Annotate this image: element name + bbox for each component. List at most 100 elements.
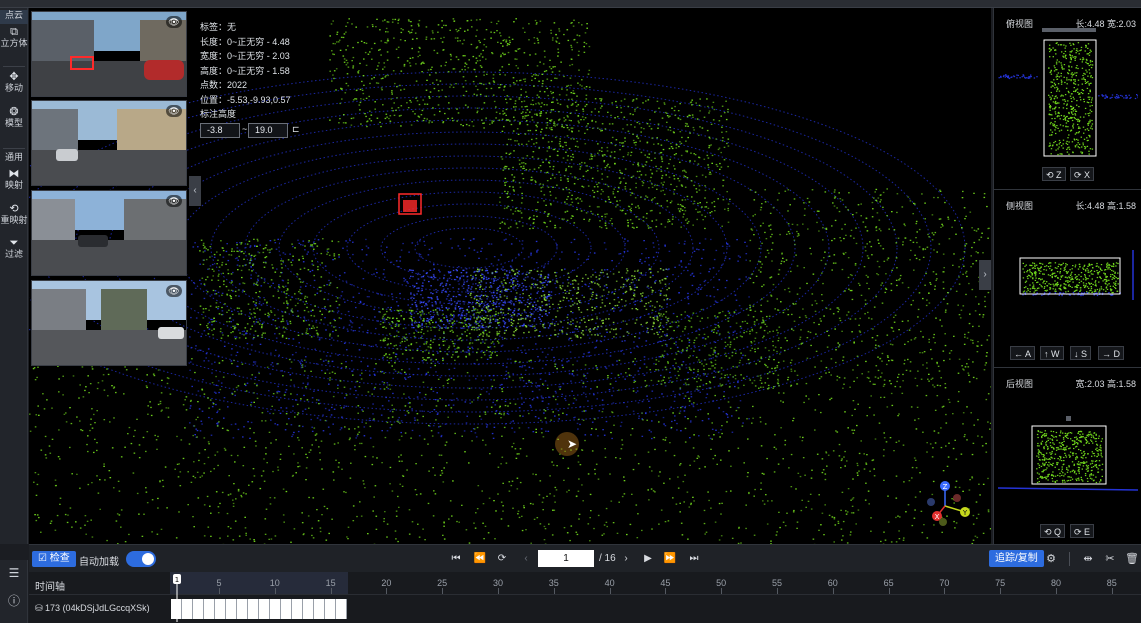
- tool-model-label: 模型: [4, 118, 23, 128]
- divider: [1069, 552, 1070, 566]
- frame-segment[interactable]: [292, 599, 303, 619]
- tool-pointcloud[interactable]: 点云: [0, 10, 28, 24]
- camera-view-1[interactable]: 👁: [31, 11, 187, 97]
- rotate-x-button[interactable]: ⟳ X: [1070, 167, 1095, 181]
- frame-segment[interactable]: [182, 599, 193, 619]
- track-segments[interactable]: [171, 599, 347, 619]
- height-min-input[interactable]: -3.8: [200, 123, 240, 138]
- tool-general-label: 通用: [4, 152, 23, 162]
- frame-segment[interactable]: [314, 599, 325, 619]
- check-button[interactable]: ☑ 检查: [32, 551, 76, 567]
- info-width: 宽度：0~正无穷 - 2.03: [200, 51, 290, 61]
- info-icon[interactable]: ⓘ: [0, 592, 28, 609]
- tool-mirror[interactable]: ⧓ 映射: [0, 168, 28, 196]
- side-view-canvas[interactable]: [998, 250, 1138, 310]
- top-view-canvas[interactable]: [998, 34, 1138, 164]
- height-range-icon[interactable]: ⊏: [292, 124, 300, 135]
- rotation-handle[interactable]: [1042, 28, 1096, 32]
- info-position: 位置：-5.53,-9.93,0.57: [200, 94, 291, 105]
- loaded-range: [170, 572, 348, 594]
- rotate-e-button[interactable]: ⟳ E: [1070, 524, 1095, 538]
- auto-load-label: 自动加载: [79, 557, 119, 568]
- rotate-z-button[interactable]: ⟲ Z: [1042, 167, 1066, 181]
- frame-segment[interactable]: [248, 599, 259, 619]
- collapse-left-button[interactable]: ‹: [189, 176, 201, 206]
- model-icon: ❂: [9, 106, 19, 118]
- track-name: ⛁ 173 (04kDSjJdLGccqXSk): [35, 603, 150, 613]
- frame-segment[interactable]: [303, 599, 314, 619]
- timeline-tick: 40: [604, 578, 615, 588]
- tool-cube[interactable]: ⧉ 立方体: [0, 26, 28, 56]
- eye-icon[interactable]: 👁: [166, 105, 182, 117]
- back-view-panel[interactable]: 后视图 宽:2.03 高:1.58 ⟲ Q ⟳ E: [994, 368, 1141, 544]
- back-view-canvas[interactable]: [998, 422, 1138, 492]
- frame-segment[interactable]: [259, 599, 270, 619]
- car-shape: [158, 327, 184, 339]
- next-frame-icon[interactable]: ›: [619, 551, 633, 567]
- move-d-button[interactable]: → D: [1098, 346, 1125, 360]
- pointcloud-viewport[interactable]: 👁 👁 👁 👁 标签：无 长度：0~正无穷 - 4.48 宽度：0~正无穷 - …: [29, 8, 991, 544]
- rewind-icon[interactable]: ⏪: [473, 551, 487, 567]
- split-icon[interactable]: ⇹: [1081, 551, 1095, 567]
- fast-forward-icon[interactable]: ⏩: [663, 551, 677, 567]
- eye-icon[interactable]: 👁: [166, 195, 182, 207]
- move-a-button[interactable]: ← A: [1010, 346, 1036, 360]
- rotation-handle[interactable]: [1066, 416, 1071, 421]
- timeline-ruler[interactable]: 5 10 15 20 25 30 35 40 45 50 55 60 65 70 75 80 85: [170, 572, 1141, 594]
- frame-segment[interactable]: [270, 599, 281, 619]
- eye-icon[interactable]: 👁: [166, 16, 182, 28]
- camera-view-3[interactable]: 👁: [31, 190, 187, 276]
- timeline-tick: 75: [995, 578, 1006, 588]
- frame-segment[interactable]: [204, 599, 215, 619]
- frame-segment[interactable]: [215, 599, 226, 619]
- frame-segment[interactable]: [336, 599, 347, 619]
- annotation-box: [70, 56, 94, 70]
- timeline-tick: 45: [660, 578, 671, 588]
- frame-input[interactable]: 1: [538, 550, 594, 567]
- top-view-panel[interactable]: 俯视图 长:4.48 宽:2.03 ⟲ Z ⟳ X: [994, 8, 1141, 190]
- camera-view-2[interactable]: 👁: [31, 100, 187, 186]
- track-copy-button[interactable]: 追踪/复制: [989, 550, 1044, 567]
- sliders-icon[interactable]: ☰: [0, 566, 28, 580]
- collapse-right-button[interactable]: ›: [979, 260, 991, 290]
- auto-load-toggle[interactable]: [126, 551, 156, 567]
- move-s-button[interactable]: ↓ S: [1070, 346, 1092, 360]
- last-frame-icon[interactable]: ⏭: [687, 551, 701, 567]
- playhead[interactable]: 1: [173, 572, 181, 622]
- height-max-input[interactable]: 19.0: [248, 123, 288, 138]
- first-frame-icon[interactable]: ⏮: [449, 551, 463, 567]
- prev-frame-icon[interactable]: ‹: [519, 551, 533, 567]
- car-shape: [144, 60, 184, 80]
- tool-model[interactable]: ❂ 模型: [0, 106, 28, 134]
- scissors-icon[interactable]: ✂: [1103, 551, 1117, 567]
- tool-remap[interactable]: ⟲ 重映射: [0, 203, 28, 231]
- tool-cube-label: 立方体: [0, 38, 28, 48]
- axes-gizmo: Z Y X: [927, 481, 970, 526]
- tool-filter[interactable]: ⏷ 过滤: [0, 237, 28, 265]
- playhead-value: 1: [175, 576, 179, 584]
- timeline-tick: 70: [939, 578, 950, 588]
- tool-move[interactable]: ✥ 移动: [0, 71, 28, 99]
- tool-mirror-label: 映射: [4, 180, 23, 190]
- top-view-title: 俯视图: [1006, 19, 1034, 29]
- cube-icon: ⧉: [10, 26, 18, 38]
- trash-icon[interactable]: 🗑: [1125, 551, 1139, 567]
- rotate-q-button[interactable]: ⟲ Q: [1040, 524, 1066, 538]
- play-icon[interactable]: ▶: [641, 551, 655, 567]
- frame-segment[interactable]: [226, 599, 237, 619]
- eye-icon[interactable]: 👁: [166, 285, 182, 297]
- gear-icon[interactable]: ⚙: [1044, 551, 1058, 567]
- info-points: 点数：2022: [200, 80, 248, 90]
- camera-view-4[interactable]: 👁: [31, 280, 187, 366]
- frame-segment[interactable]: [237, 599, 248, 619]
- replay-icon[interactable]: ⟳: [495, 551, 509, 567]
- back-view-title: 后视图: [1006, 379, 1034, 389]
- track-name-label: 173 (04kDSjJdLGccqXSk): [45, 603, 150, 613]
- frame-segment[interactable]: [281, 599, 292, 619]
- frame-segment[interactable]: [325, 599, 336, 619]
- car-shape: [56, 149, 78, 161]
- side-view-panel[interactable]: 侧视图 长:4.48 高:1.58 ← A ↑ W ↓ S → D: [994, 190, 1141, 368]
- tool-divider: [3, 148, 25, 149]
- move-w-button[interactable]: ↑ W: [1040, 346, 1064, 360]
- frame-segment[interactable]: [193, 599, 204, 619]
